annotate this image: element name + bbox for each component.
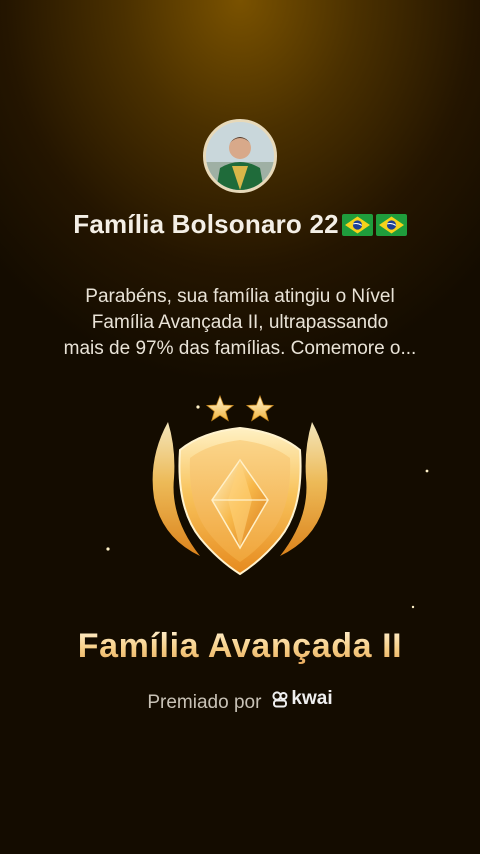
family-avatar[interactable]	[203, 119, 277, 193]
brazil-flag-icon	[341, 214, 373, 236]
awarded-by-label: Premiado por	[147, 692, 262, 713]
message-line: Família Avançada II, ultrapassando	[91, 312, 389, 333]
brazil-flag-icon	[375, 214, 407, 236]
sparkle-icon	[411, 605, 415, 609]
congratulation-message: Parabéns, sua família atingiu o Nível Fa…	[40, 284, 440, 362]
family-name-text: Família Bolsonaro 22	[73, 209, 339, 239]
sparkle-icon	[196, 405, 200, 409]
kwai-brand: kwai	[271, 688, 333, 710]
star-icon	[205, 394, 235, 422]
awarded-by: Premiado por kwai	[0, 688, 480, 714]
star-icon	[245, 394, 275, 422]
message-line: Parabéns, sua família atingiu o Nível	[85, 286, 395, 307]
kwai-brand-text: kwai	[291, 688, 333, 709]
shield-gem-badge-icon	[152, 394, 328, 576]
level-name: Família Avançada II	[0, 627, 480, 666]
sparkle-icon	[106, 547, 110, 551]
family-name: Família Bolsonaro 22	[0, 209, 480, 240]
kwai-logo-icon	[272, 691, 288, 708]
message-line: mais de 97% das famílias. Comemore o...	[63, 338, 417, 359]
sparkle-icon	[425, 469, 429, 473]
